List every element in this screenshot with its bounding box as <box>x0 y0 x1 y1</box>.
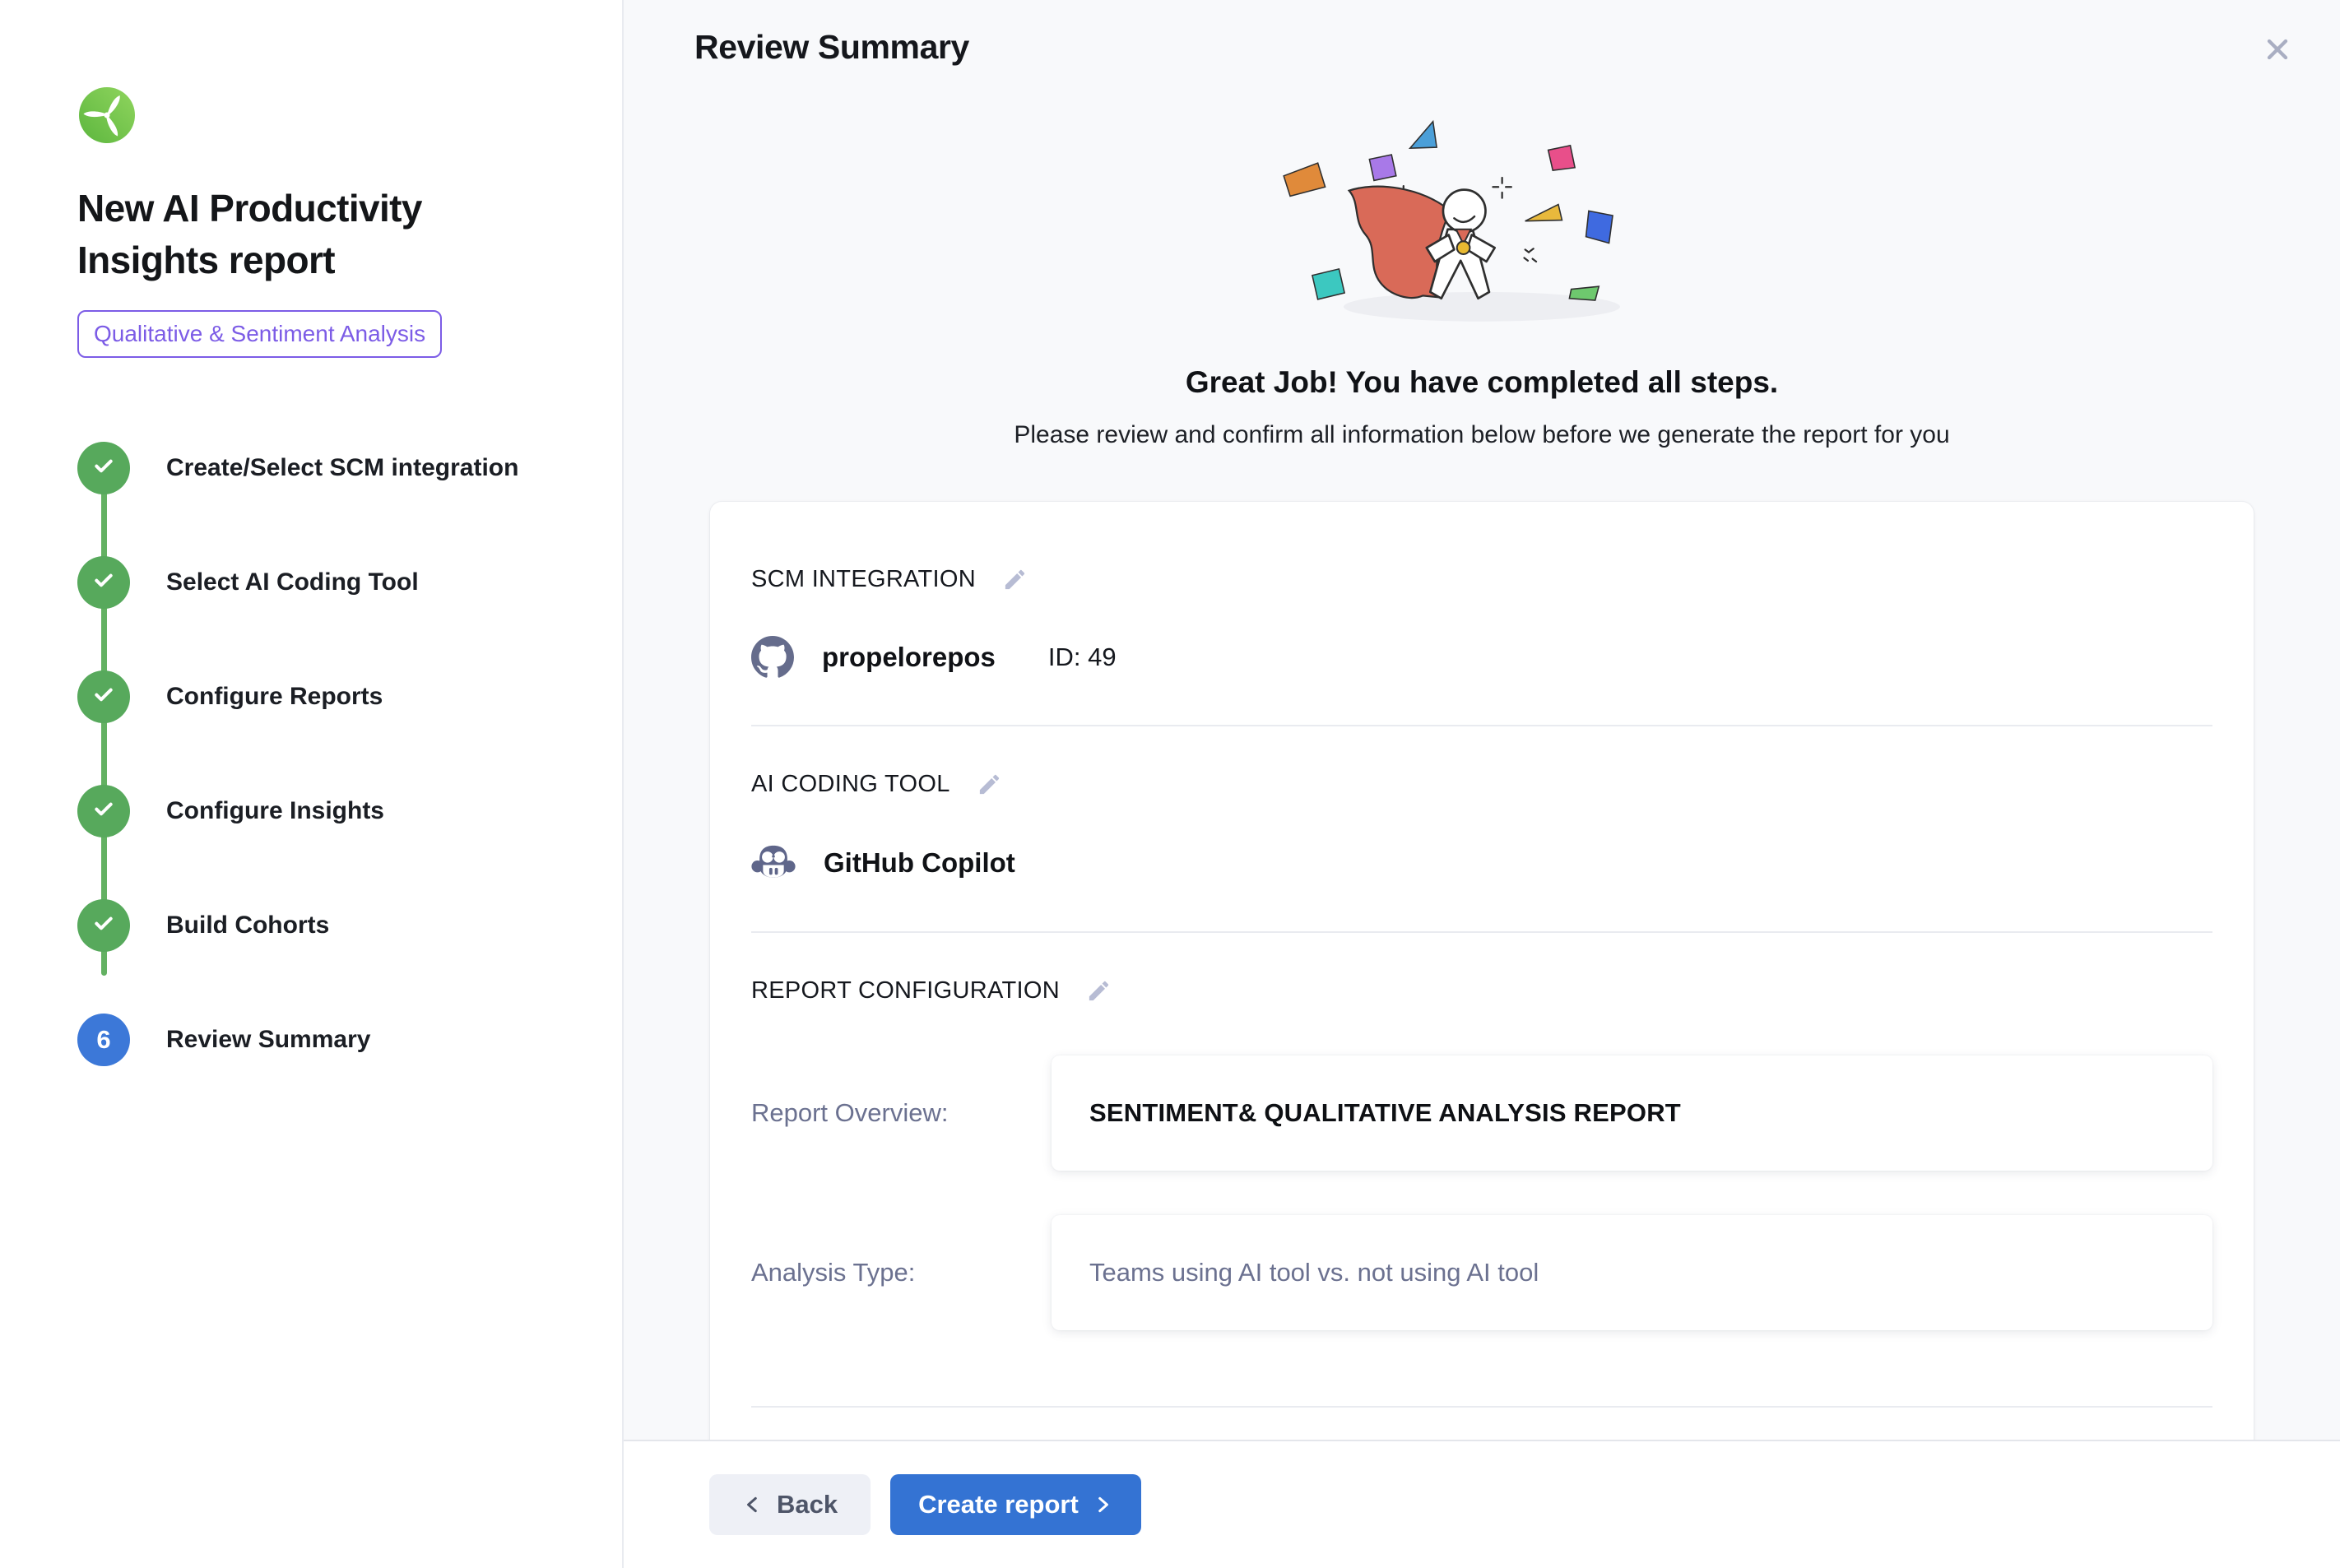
analysis-type-label: Analysis Type: <box>751 1258 1052 1287</box>
step-build-cohorts[interactable]: Build Cohorts <box>77 899 576 952</box>
close-icon[interactable] <box>2256 28 2299 71</box>
edit-scm-pencil-icon[interactable] <box>1002 567 1028 592</box>
analysis-type-badge: Qualitative & Sentiment Analysis <box>77 310 442 358</box>
congrats-heading: Great Job! You have completed all steps. <box>710 365 2254 400</box>
step-done-circle <box>77 556 130 609</box>
step-label: Review Summary <box>166 1026 370 1054</box>
scm-integration-label: SCM INTEGRATION <box>751 566 976 593</box>
ai-coding-tool-row: GitHub Copilot <box>751 841 2212 885</box>
congrats-subheading: Please review and confirm all informatio… <box>710 421 2254 449</box>
github-icon <box>751 636 794 679</box>
step-create-select-scm[interactable]: Create/Select SCM integration <box>77 442 576 494</box>
report-configuration-label: REPORT CONFIGURATION <box>751 977 1060 1004</box>
check-icon <box>91 681 117 712</box>
back-button-label: Back <box>777 1490 838 1519</box>
step-done-circle <box>77 899 130 952</box>
step-select-ai-coding-tool[interactable]: Select AI Coding Tool <box>77 556 576 609</box>
chevron-left-icon <box>742 1494 764 1515</box>
analysis-type-value: Teams using AI tool vs. not using AI too… <box>1052 1215 2212 1330</box>
step-configure-reports[interactable]: Configure Reports <box>77 670 576 723</box>
celebration-illustration <box>710 102 2254 360</box>
step-label: Configure Reports <box>166 683 383 711</box>
report-wizard-title: New AI Productivity Insights report <box>77 183 497 287</box>
check-icon <box>91 567 117 597</box>
step-active-circle: 6 <box>77 1014 130 1066</box>
step-label: Create/Select SCM integration <box>166 454 518 482</box>
report-overview-label: Report Overview: <box>751 1098 1052 1128</box>
page-title: Review Summary <box>694 28 969 67</box>
check-icon <box>91 796 117 826</box>
step-label: Configure Insights <box>166 797 384 825</box>
section-divider <box>751 1406 2212 1408</box>
edit-report-config-pencil-icon[interactable] <box>1086 978 1112 1004</box>
section-divider <box>751 931 2212 933</box>
step-label: Build Cohorts <box>166 912 329 939</box>
wizard-footer: Back Create report <box>624 1440 2340 1568</box>
check-icon <box>91 452 117 483</box>
ai-coding-tool-label: AI CODING TOOL <box>751 771 950 798</box>
step-number: 6 <box>96 1025 110 1055</box>
review-summary-card: SCM INTEGRATION propelorepos ID: 49 AI C… <box>710 502 2254 1440</box>
step-done-circle <box>77 442 130 494</box>
scm-integration-name: propelorepos <box>822 642 996 673</box>
step-done-circle <box>77 670 130 723</box>
back-button[interactable]: Back <box>709 1474 871 1535</box>
analysis-type-row: Analysis Type: Teams using AI tool vs. n… <box>751 1215 2212 1330</box>
scm-integration-row: propelorepos ID: 49 <box>751 636 2212 679</box>
section-divider <box>751 725 2212 726</box>
check-icon <box>91 910 117 940</box>
wizard-stepper: Create/Select SCM integration Select AI … <box>77 442 576 1066</box>
scm-integration-id: ID: 49 <box>1048 643 1117 672</box>
ai-coding-tool-name: GitHub Copilot <box>824 847 1015 879</box>
report-overview-value: SENTIMENT& QUALITATIVE ANALYSIS REPORT <box>1052 1055 2212 1171</box>
create-report-button-label: Create report <box>918 1490 1079 1519</box>
chevron-right-icon <box>1092 1494 1113 1515</box>
step-review-summary[interactable]: 6 Review Summary <box>77 1014 576 1066</box>
step-configure-insights[interactable]: Configure Insights <box>77 785 576 837</box>
report-overview-row: Report Overview: SENTIMENT& QUALITATIVE … <box>751 1055 2212 1171</box>
wizard-sidebar: New AI Productivity Insights report Qual… <box>0 0 624 1568</box>
create-report-button[interactable]: Create report <box>890 1474 1141 1535</box>
step-label: Select AI Coding Tool <box>166 568 419 596</box>
review-summary-panel: Review Summary <box>624 0 2340 1568</box>
step-done-circle <box>77 785 130 837</box>
edit-ai-tool-pencil-icon[interactable] <box>977 772 1002 797</box>
propeller-logo-icon <box>77 86 137 145</box>
github-copilot-icon <box>751 841 796 885</box>
